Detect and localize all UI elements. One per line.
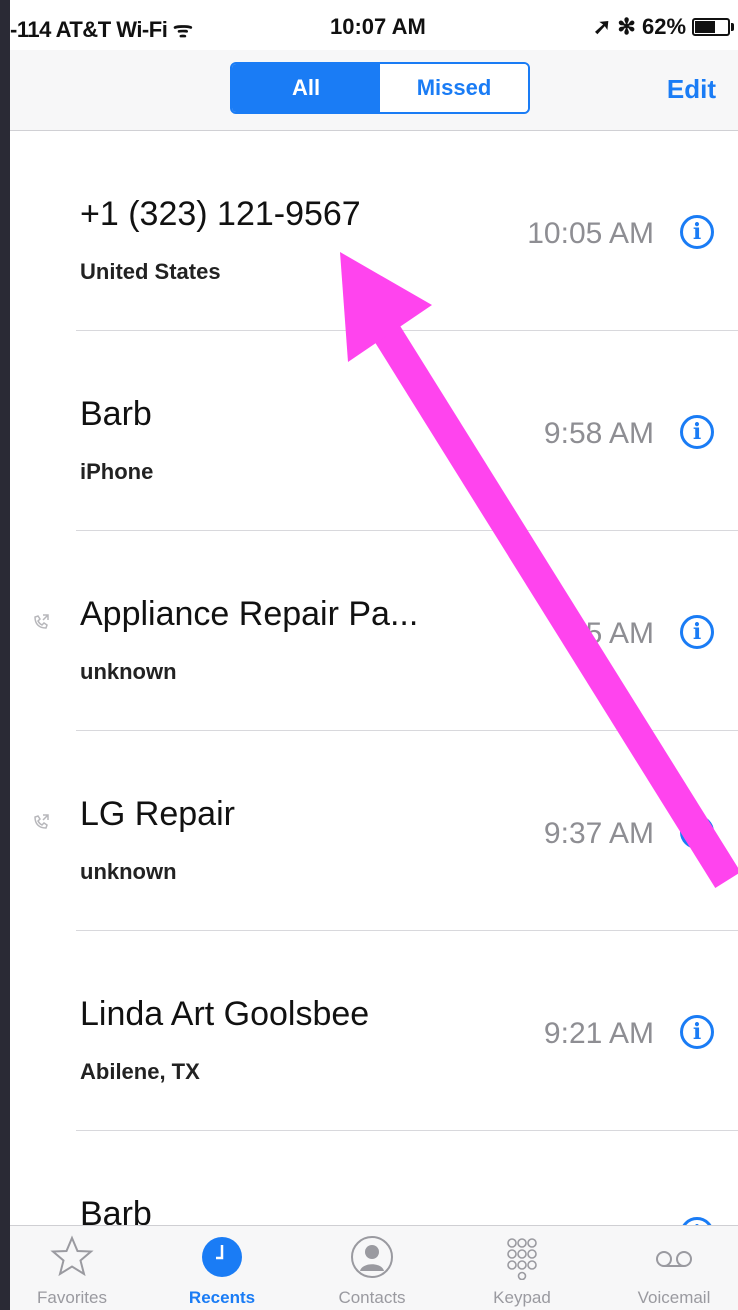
- edit-button[interactable]: Edit: [667, 74, 716, 105]
- call-name: Barb: [80, 395, 152, 433]
- info-icon[interactable]: i: [680, 1217, 714, 1225]
- status-indicators: ➚ ✻ 62%: [592, 14, 686, 39]
- star-icon: [49, 1234, 95, 1285]
- segment-missed[interactable]: Missed: [380, 64, 528, 112]
- call-detail: United States: [80, 259, 221, 284]
- call-row[interactable]: Linda Art Goolsbee Abilene, TX 9:21 AM i: [10, 931, 738, 1131]
- battery-icon: [692, 18, 734, 36]
- tab-label: Keypad: [493, 1288, 551, 1307]
- outgoing-call-icon: [32, 613, 50, 637]
- call-row[interactable]: +1 (323) 121-9567 United States 10:05 AM…: [10, 131, 738, 331]
- phone-screen: -114 AT&T Wi-Fi ᯤ 10:07 AM ➚ ✻ 62% All M…: [10, 0, 738, 1310]
- recents-list: +1 (323) 121-9567 United States 10:05 AM…: [10, 131, 738, 1225]
- tab-favorites[interactable]: Favorites: [12, 1226, 132, 1310]
- tab-voicemail[interactable]: Voicemail: [614, 1226, 734, 1310]
- segment-all[interactable]: All: [232, 64, 380, 112]
- call-row[interactable]: Appliance Repair Pa... unknown 9:5 AM i: [10, 531, 738, 731]
- call-row[interactable]: Barb i: [10, 1131, 738, 1225]
- call-detail: Abilene, TX: [80, 1059, 200, 1084]
- info-icon[interactable]: i: [680, 1015, 714, 1049]
- call-row[interactable]: LG Repair unknown 9:37 AM i: [10, 731, 738, 931]
- call-name: +1 (323) 121-9567: [80, 195, 361, 233]
- tab-label: Contacts: [338, 1288, 406, 1307]
- info-icon[interactable]: i: [680, 415, 714, 449]
- call-detail: unknown: [80, 659, 177, 684]
- voicemail-icon: [651, 1234, 697, 1285]
- call-row[interactable]: Barb iPhone 9:58 AM i: [10, 331, 738, 531]
- call-name: LG Repair: [80, 795, 235, 833]
- call-name: Barb: [80, 1195, 152, 1225]
- info-icon[interactable]: i: [680, 615, 714, 649]
- call-time: 9:21 AM: [543, 1017, 654, 1050]
- info-icon[interactable]: i: [680, 215, 714, 249]
- call-detail: iPhone: [80, 459, 154, 484]
- info-icon[interactable]: i: [680, 815, 714, 849]
- status-right: ➚ ✻ 62%: [592, 14, 734, 40]
- tab-recents[interactable]: Recents: [162, 1226, 282, 1310]
- tab-label: Recents: [188, 1288, 256, 1307]
- outgoing-call-icon: [32, 813, 50, 837]
- tab-label: Favorites: [37, 1288, 107, 1307]
- contact-icon: [349, 1234, 395, 1285]
- call-name: Appliance Repair Pa...: [80, 595, 419, 633]
- status-bar: -114 AT&T Wi-Fi ᯤ 10:07 AM ➚ ✻ 62%: [10, 0, 738, 50]
- tab-contacts[interactable]: Contacts: [312, 1226, 432, 1310]
- status-time: 10:07 AM: [330, 14, 426, 39]
- tab-bar: Favorites Recents Contacts Keypad Voicem…: [10, 1225, 738, 1310]
- recents-filter-segmented: All Missed: [230, 62, 530, 114]
- call-time: 9:5 AM: [560, 617, 654, 650]
- clock-icon: [199, 1234, 245, 1285]
- call-time: 9:37 AM: [543, 817, 654, 850]
- call-detail: unknown: [80, 859, 177, 884]
- call-time: 9:58 AM: [543, 417, 654, 450]
- tab-label: Voicemail: [637, 1288, 711, 1307]
- call-time: 10:05 AM: [527, 217, 654, 250]
- call-name: Linda Art Goolsbee: [80, 995, 370, 1033]
- tab-keypad[interactable]: Keypad: [462, 1226, 582, 1310]
- carrier-label: -114 AT&T Wi-Fi ᯤ: [10, 17, 193, 42]
- nav-bar: All Missed Edit: [10, 50, 738, 131]
- keypad-icon: [499, 1234, 545, 1285]
